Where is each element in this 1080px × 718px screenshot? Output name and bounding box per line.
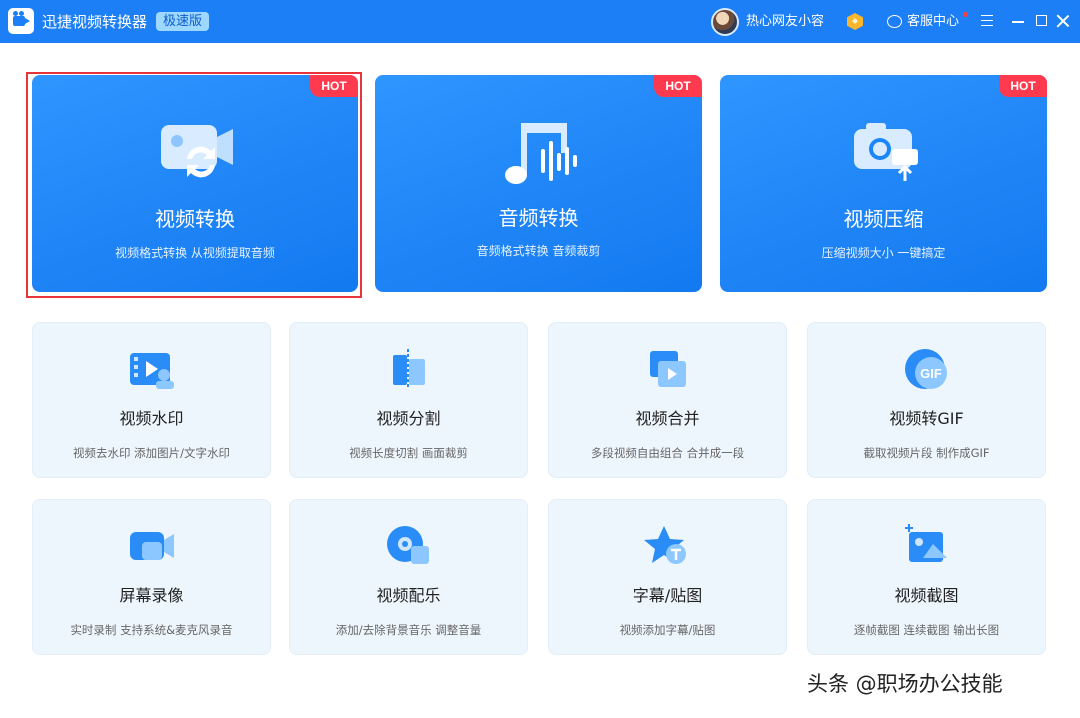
user-avatar[interactable] [711,8,739,36]
tool-subtitle: 添加/去除背景音乐 调整音量 [335,623,482,637]
tool-subtitle: 实时录制 支持系统&麦克风录音 [70,623,233,637]
notification-dot [963,12,968,17]
tool-title: 视频分割 [376,409,441,428]
hot-badge: HOT [310,75,358,97]
tool-card-screen-record[interactable]: 屏幕录像 实时录制 支持系统&麦克风录音 [32,499,271,655]
app-title: 迅捷视频转换器 [42,13,148,31]
tool-title: 视频合并 [635,409,700,428]
minimize-icon[interactable] [1012,21,1024,23]
close-icon[interactable] [1056,14,1070,28]
music-icon [385,524,433,568]
tool-card-subtitle[interactable]: 字幕/贴图 视频添加字幕/贴图 [548,499,787,655]
vip-badge-icon[interactable] [847,13,863,30]
tool-title: 视频配乐 [376,586,441,605]
subtitle-icon [643,524,692,568]
video-convert-icon [155,119,235,189]
tool-card-screenshot[interactable]: 视频截图 逐帧截图 连续截图 输出长图 [807,499,1046,655]
card-subtitle: 视频格式转换 从视频提取音频 [115,246,275,260]
card-title: 音频转换 [498,206,579,230]
hot-badge: HOT [999,75,1047,97]
tool-title: 视频截图 [894,586,959,605]
edition-badge: 极速版 [156,12,210,31]
card-subtitle: 压缩视频大小 一键搞定 [821,246,946,260]
app-logo-icon [8,8,34,34]
tool-subtitle: 截取视频片段 制作成GIF [863,446,990,460]
card-subtitle: 音频格式转换 音频裁剪 [476,244,601,258]
screenshot-icon [903,524,951,568]
merge-icon [644,347,692,391]
watermark-text: 头条 @职场办公技能 [807,672,1003,696]
tool-card-music[interactable]: 视频配乐 添加/去除背景音乐 调整音量 [289,499,528,655]
chat-bubble-icon[interactable] [887,15,902,28]
audio-convert-icon [499,119,579,189]
tool-subtitle: 视频去水印 添加图片/文字水印 [72,446,231,460]
audio-convert-card[interactable]: HOT 音频转换 音频格式转换 音频裁剪 [375,75,702,292]
video-compress-icon [844,119,924,189]
card-title: 视频转换 [155,207,235,231]
title-bar: 迅捷视频转换器 极速版 热心网友小容 客服中心 [0,0,1080,43]
video-compress-card[interactable]: HOT 视频压缩 压缩视频大小 一键搞定 [720,75,1047,292]
tool-subtitle: 多段视频自由组合 合并成一段 [590,446,745,460]
tool-title: 视频水印 [119,409,184,428]
hamburger-menu-icon[interactable] [981,15,993,26]
video-convert-card[interactable]: HOT 视频转换 视频格式转换 从视频提取音频 [32,75,358,292]
tool-title: 屏幕录像 [119,586,184,605]
tool-card-watermark[interactable]: 视频水印 视频去水印 添加图片/文字水印 [32,322,271,478]
tool-card-gif[interactable]: GIF 视频转GIF 截取视频片段 制作成GIF [807,322,1046,478]
gif-icon: GIF [903,347,951,391]
tool-title: 字幕/贴图 [632,586,703,605]
tool-card-split[interactable]: 视频分割 视频长度切割 画面裁剪 [289,322,528,478]
card-title: 视频压缩 [843,207,924,231]
watermark-icon [128,347,176,391]
screen-record-icon [128,524,176,568]
hot-badge: HOT [654,75,702,97]
username-link[interactable]: 热心网友小容 [746,12,824,32]
tool-subtitle: 视频添加字幕/贴图 [619,623,716,637]
maximize-icon[interactable] [1036,15,1047,26]
tool-subtitle: 逐帧截图 连续截图 输出长图 [853,623,1000,637]
split-icon [385,347,433,391]
tool-card-merge[interactable]: 视频合并 多段视频自由组合 合并成一段 [548,322,787,478]
customer-service-link[interactable]: 客服中心 [907,12,959,32]
gif-label: GIF [920,366,942,381]
tool-subtitle: 视频长度切割 画面裁剪 [349,446,468,460]
tool-title: 视频转GIF [889,409,964,428]
